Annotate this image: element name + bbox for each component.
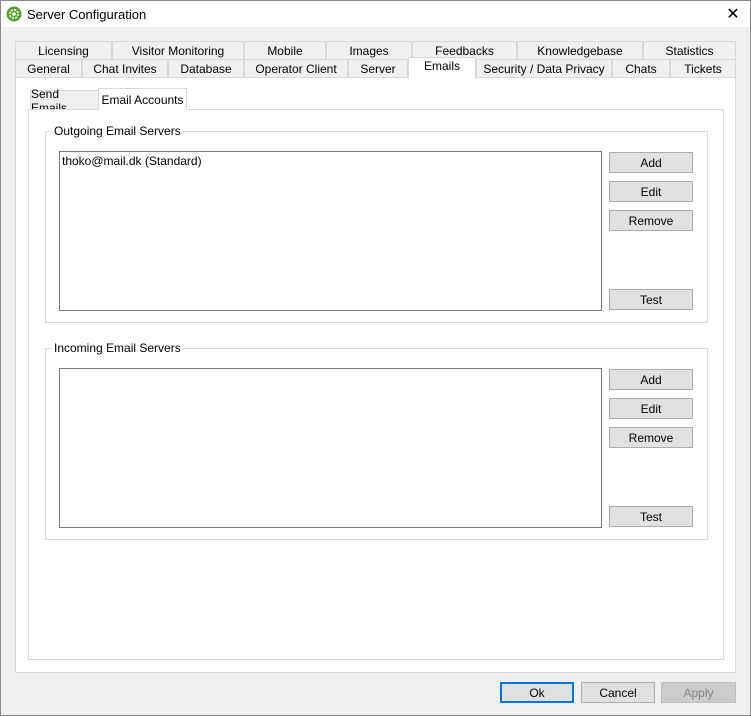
tab-database[interactable]: Database [168, 59, 244, 77]
cancel-button[interactable]: Cancel [581, 682, 655, 703]
gear-icon [6, 6, 22, 22]
server-configuration-window: Server Configuration ✕ Licensing Visitor… [0, 0, 751, 716]
close-icon: ✕ [726, 6, 740, 23]
incoming-test-button[interactable]: Test [609, 506, 693, 527]
outgoing-edit-button[interactable]: Edit [609, 181, 693, 202]
outgoing-group-label: Outgoing Email Servers [52, 124, 183, 138]
subtab-email-accounts[interactable]: Email Accounts [98, 88, 187, 110]
apply-button[interactable]: Apply [661, 682, 736, 703]
tab-operator-client[interactable]: Operator Client [244, 59, 348, 77]
tab-server[interactable]: Server [348, 59, 408, 77]
incoming-add-button[interactable]: Add [609, 369, 693, 390]
tab-images[interactable]: Images [326, 41, 412, 59]
outgoing-servers-list[interactable]: thoko@mail.dk (Standard) [59, 151, 602, 311]
outgoing-remove-button[interactable]: Remove [609, 210, 693, 231]
incoming-servers-list[interactable] [59, 368, 602, 528]
tab-knowledgebase[interactable]: Knowledgebase [517, 41, 643, 59]
tab-licensing[interactable]: Licensing [15, 41, 112, 59]
tab-mobile[interactable]: Mobile [244, 41, 326, 59]
tab-security-data-privacy[interactable]: Security / Data Privacy [476, 59, 612, 77]
tab-general[interactable]: General [15, 59, 82, 77]
incoming-edit-button[interactable]: Edit [609, 398, 693, 419]
incoming-group-label: Incoming Email Servers [52, 341, 183, 355]
tab-visitor-monitoring[interactable]: Visitor Monitoring [112, 41, 244, 59]
title-bar: Server Configuration ✕ [1, 1, 750, 27]
tab-chats[interactable]: Chats [612, 59, 670, 77]
outgoing-test-button[interactable]: Test [609, 289, 693, 310]
list-item[interactable]: thoko@mail.dk (Standard) [62, 154, 202, 168]
outgoing-add-button[interactable]: Add [609, 152, 693, 173]
close-button[interactable]: ✕ [716, 1, 750, 27]
window-title: Server Configuration [27, 7, 147, 22]
tab-chat-invites[interactable]: Chat Invites [82, 59, 168, 77]
tab-emails[interactable]: Emails [408, 57, 476, 79]
subtab-send-emails[interactable]: Send Emails [30, 87, 99, 115]
tab-tickets[interactable]: Tickets [670, 59, 736, 77]
incoming-remove-button[interactable]: Remove [609, 427, 693, 448]
tab-statistics[interactable]: Statistics [643, 41, 736, 59]
ok-button[interactable]: Ok [500, 682, 574, 703]
